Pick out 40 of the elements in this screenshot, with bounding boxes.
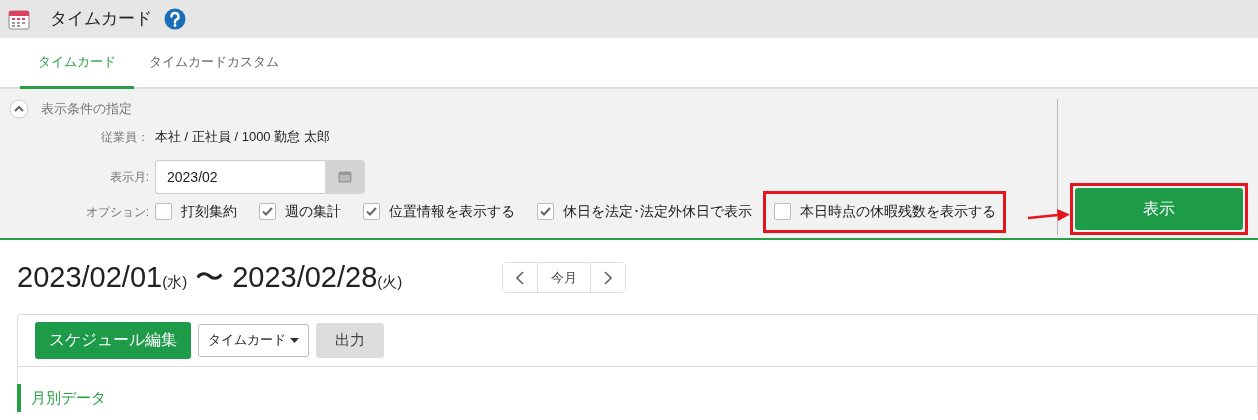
option-label: 本日時点の休暇残数を表示する (800, 202, 996, 221)
caret-icon (290, 337, 299, 343)
option-label: 位置情報を表示する (389, 202, 515, 221)
chevron-right-icon (604, 270, 612, 285)
show-button[interactable]: 表示 (1075, 188, 1243, 230)
month-input[interactable]: 2023/02 (155, 159, 325, 194)
checkbox[interactable] (259, 203, 276, 221)
section-title: 月別データ (17, 383, 1257, 412)
field-label: 表示月: (108, 168, 150, 186)
checkbox[interactable] (363, 203, 380, 221)
option-label: 打刻集約 (181, 202, 237, 221)
tab[interactable]: タイムカードカスタム (134, 38, 294, 89)
help-icon[interactable] (164, 8, 186, 30)
checkbox[interactable] (537, 203, 554, 221)
calendar-icon (8, 8, 30, 30)
calendar-icon (338, 170, 352, 183)
view-dropdown[interactable]: タイムカード (198, 323, 309, 357)
employee-value: 本社 / 正社員 / 1000 勤怠 太郎 (155, 128, 330, 146)
page-title: タイムカード (50, 8, 152, 31)
field-label: 従業員： (100, 128, 150, 146)
option-label: 週の集計 (285, 202, 341, 221)
weekday-text: (火) (377, 272, 403, 292)
date-text: 2023/02/01 (17, 260, 163, 295)
section-heading: 表示条件の指定 (41, 100, 132, 119)
option-label: 休日を法定･法定外休日で表示 (563, 202, 752, 221)
schedule-edit-button[interactable]: スケジュール編集 (35, 321, 191, 359)
check-icon (366, 207, 377, 217)
check-icon (540, 207, 551, 217)
checkbox[interactable] (155, 203, 172, 221)
today-button[interactable]: 今月 (537, 263, 591, 293)
check-icon (262, 207, 273, 217)
calendar-button[interactable] (325, 159, 365, 194)
checkbox[interactable] (774, 203, 791, 221)
field-label: オプション: (84, 203, 150, 221)
export-button[interactable]: 出力 (316, 322, 384, 358)
weekday-text: (水) (162, 272, 188, 292)
collapse-icon[interactable] (9, 99, 29, 119)
range-separator: 〜 (195, 260, 225, 295)
chevron-left-icon (516, 270, 524, 285)
date-text: 2023/02/28 (232, 260, 378, 295)
